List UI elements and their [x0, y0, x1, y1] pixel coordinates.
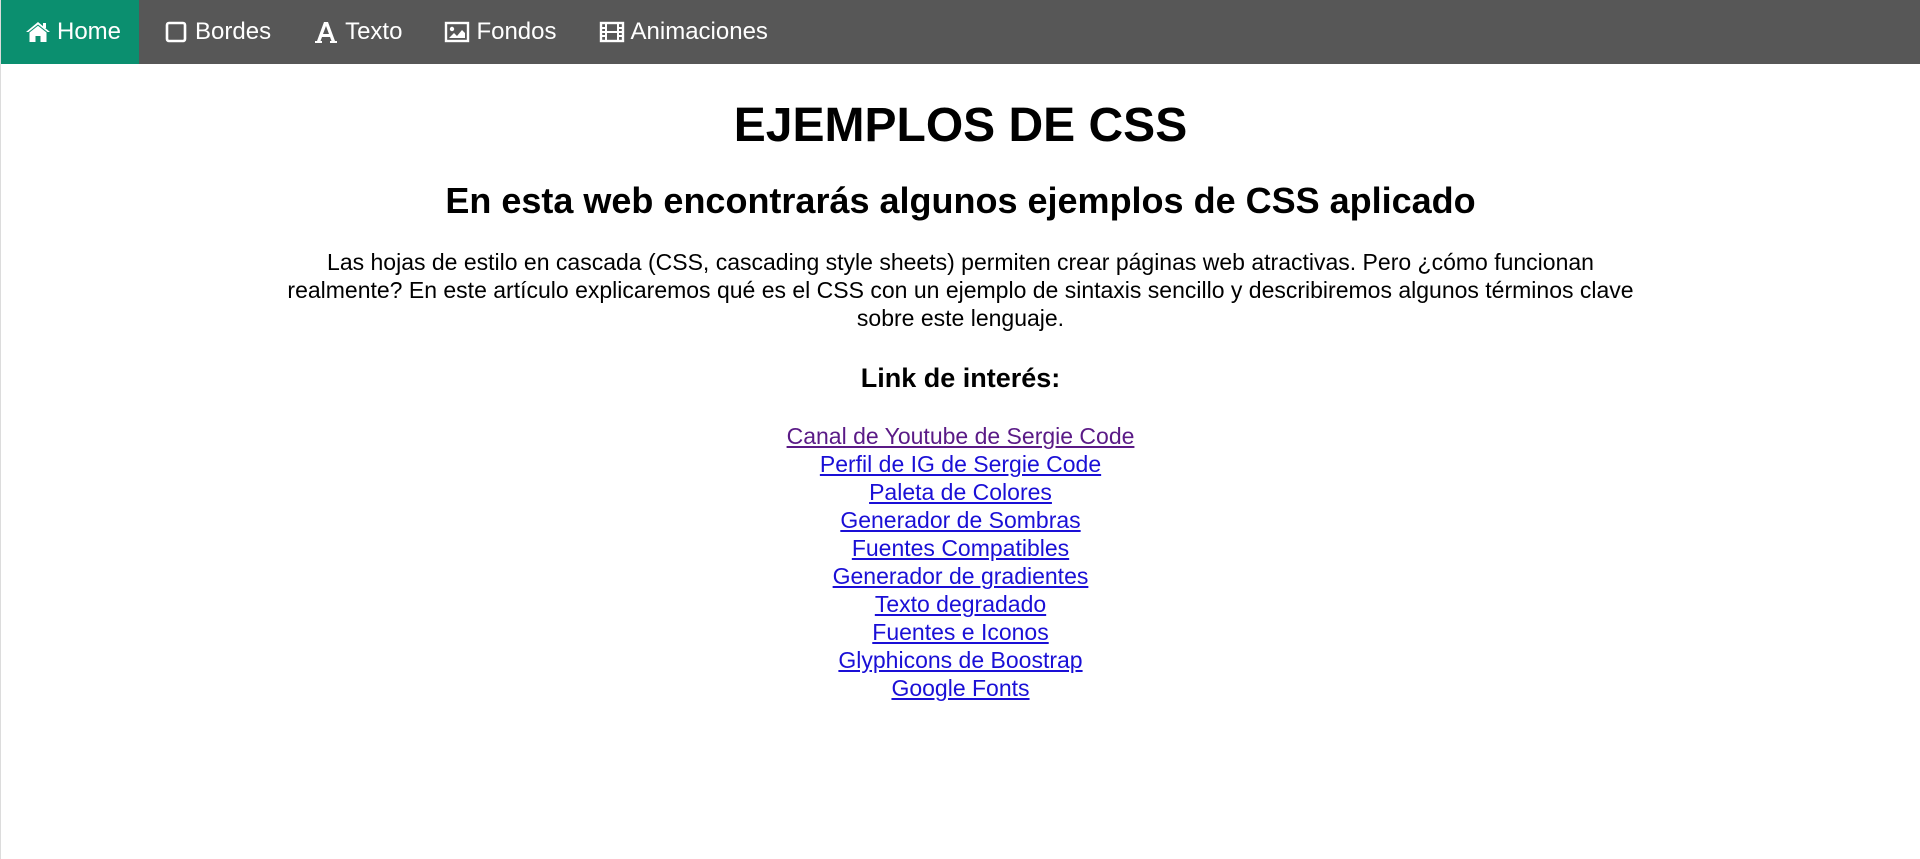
image-icon — [444, 19, 470, 45]
film-icon — [599, 19, 625, 45]
links-heading: Link de interés: — [860, 363, 1061, 393]
font-icon — [313, 19, 339, 45]
nav-item-fondos[interactable]: Fondos — [420, 0, 574, 64]
nav-item-texto[interactable]: Texto — [289, 0, 420, 64]
page-subtitle: En esta web encontrarás algunos ejemplos… — [445, 180, 1476, 221]
link-shadow-generator[interactable]: Generador de Sombras — [840, 506, 1080, 534]
top-navigation: Home Bordes Texto Fondos Animaciones — [1, 0, 1920, 64]
link-fonts-icons[interactable]: Fuentes e Iconos — [872, 618, 1048, 646]
link-bootstrap-glyphicons[interactable]: Glyphicons de Boostrap — [838, 646, 1082, 674]
nav-item-animaciones[interactable]: Animaciones — [575, 0, 786, 64]
nav-item-label: Animaciones — [630, 18, 768, 45]
link-color-palette[interactable]: Paleta de Colores — [869, 478, 1052, 506]
nav-item-label: Home — [57, 18, 122, 45]
page-title: EJEMPLOS DE CSS — [733, 99, 1188, 152]
link-youtube-channel[interactable]: Canal de Youtube de Sergie Code — [787, 422, 1135, 450]
nav-item-bordes[interactable]: Bordes — [139, 0, 289, 64]
nav-item-label: Bordes — [195, 18, 272, 45]
intro-paragraph: Las hojas de estilo en cascada (CSS, cas… — [287, 249, 1634, 331]
nav-item-label: Texto — [345, 18, 403, 45]
link-instagram-profile[interactable]: Perfil de IG de Sergie Code — [820, 450, 1101, 478]
links-list: Canal de Youtube de Sergie Code Perfil d… — [1, 422, 1920, 702]
main-content: EJEMPLOS DE CSS En esta web encontrarás … — [1, 98, 1920, 702]
link-gradient-text[interactable]: Texto degradado — [875, 590, 1046, 618]
square-outline-icon — [163, 19, 189, 45]
nav-item-label: Fondos — [476, 18, 557, 45]
nav-item-home[interactable]: Home — [1, 0, 140, 64]
home-icon — [25, 19, 51, 45]
link-gradient-generator[interactable]: Generador de gradientes — [833, 562, 1089, 590]
link-compatible-fonts[interactable]: Fuentes Compatibles — [852, 534, 1069, 562]
link-google-fonts[interactable]: Google Fonts — [891, 674, 1029, 702]
